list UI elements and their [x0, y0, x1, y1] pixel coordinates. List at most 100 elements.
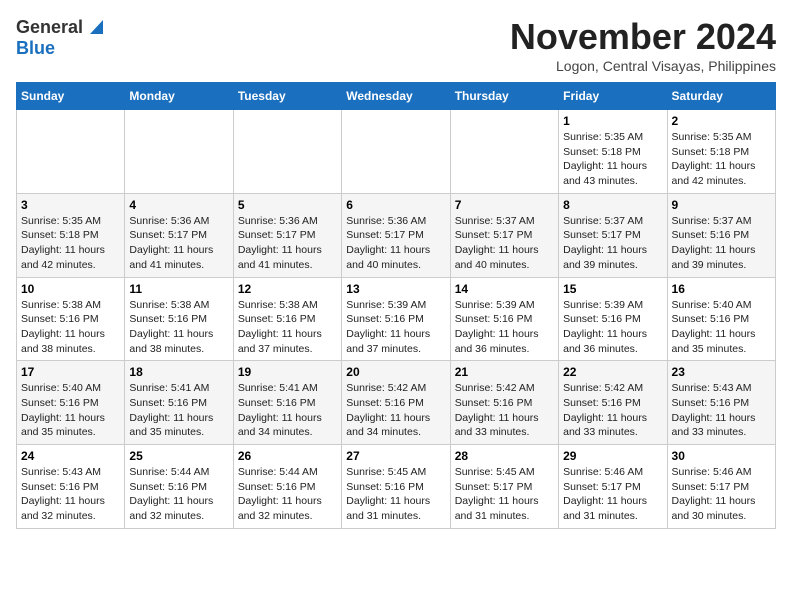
day-info: Sunrise: 5:35 AM Sunset: 5:18 PM Dayligh… [21, 214, 120, 273]
day-info: Sunrise: 5:35 AM Sunset: 5:18 PM Dayligh… [563, 130, 662, 189]
calendar-cell [125, 110, 233, 194]
weekday-header-saturday: Saturday [667, 83, 775, 110]
day-info: Sunrise: 5:38 AM Sunset: 5:16 PM Dayligh… [238, 298, 337, 357]
calendar-cell: 11 Sunrise: 5:38 AM Sunset: 5:16 PM Dayli… [125, 277, 233, 361]
weekday-header-sunday: Sunday [17, 83, 125, 110]
weekday-header-monday: Monday [125, 83, 233, 110]
calendar-cell: 2Sunrise: 5:35 AM Sunset: 5:18 PM Daylig… [667, 110, 775, 194]
day-info: Sunrise: 5:44 AM Sunset: 5:16 PM Dayligh… [238, 465, 337, 524]
page-header: General Blue November 2024 Logon, Centra… [16, 16, 776, 74]
logo-icon [85, 16, 103, 34]
day-info: Sunrise: 5:39 AM Sunset: 5:16 PM Dayligh… [563, 298, 662, 357]
day-number: 24 [21, 449, 120, 463]
month-title: November 2024 [510, 16, 776, 58]
day-info: Sunrise: 5:41 AM Sunset: 5:16 PM Dayligh… [129, 381, 228, 440]
calendar-cell: 27 Sunrise: 5:45 AM Sunset: 5:16 PM Dayli… [342, 445, 450, 529]
calendar-header-row: SundayMondayTuesdayWednesdayThursdayFrid… [17, 83, 776, 110]
logo-blue: Blue [16, 39, 55, 59]
day-info: Sunrise: 5:39 AM Sunset: 5:16 PM Dayligh… [346, 298, 445, 357]
day-number: 21 [455, 365, 554, 379]
day-number: 30 [672, 449, 771, 463]
day-number: 23 [672, 365, 771, 379]
day-info: Sunrise: 5:41 AM Sunset: 5:16 PM Dayligh… [238, 381, 337, 440]
day-number: 9 [672, 198, 771, 212]
day-number: 14 [455, 282, 554, 296]
day-info: Sunrise: 5:45 AM Sunset: 5:16 PM Dayligh… [346, 465, 445, 524]
day-info: Sunrise: 5:38 AM Sunset: 5:16 PM Dayligh… [21, 298, 120, 357]
day-info: Sunrise: 5:45 AM Sunset: 5:17 PM Dayligh… [455, 465, 554, 524]
day-info: Sunrise: 5:37 AM Sunset: 5:16 PM Dayligh… [672, 214, 771, 273]
day-number: 18 [129, 365, 228, 379]
calendar-cell: 28Sunrise: 5:45 AM Sunset: 5:17 PM Dayli… [450, 445, 558, 529]
day-number: 2 [672, 114, 771, 128]
day-info: Sunrise: 5:42 AM Sunset: 5:16 PM Dayligh… [563, 381, 662, 440]
weekday-header-wednesday: Wednesday [342, 83, 450, 110]
day-info: Sunrise: 5:43 AM Sunset: 5:16 PM Dayligh… [672, 381, 771, 440]
day-number: 26 [238, 449, 337, 463]
weekday-header-tuesday: Tuesday [233, 83, 341, 110]
calendar-week-row: 24Sunrise: 5:43 AM Sunset: 5:16 PM Dayli… [17, 445, 776, 529]
calendar-cell: 30 Sunrise: 5:46 AM Sunset: 5:17 PM Dayli… [667, 445, 775, 529]
day-number: 19 [238, 365, 337, 379]
calendar-cell: 7 Sunrise: 5:37 AM Sunset: 5:17 PM Daylig… [450, 193, 558, 277]
day-number: 27 [346, 449, 445, 463]
calendar-cell: 1Sunrise: 5:35 AM Sunset: 5:18 PM Daylig… [559, 110, 667, 194]
calendar-cell: 29 Sunrise: 5:46 AM Sunset: 5:17 PM Dayli… [559, 445, 667, 529]
day-number: 25 [129, 449, 228, 463]
logo: General Blue [16, 16, 103, 59]
day-number: 16 [672, 282, 771, 296]
title-area: November 2024 Logon, Central Visayas, Ph… [510, 16, 776, 74]
day-info: Sunrise: 5:36 AM Sunset: 5:17 PM Dayligh… [129, 214, 228, 273]
logo-general: General [16, 18, 83, 38]
calendar-cell: 14 Sunrise: 5:39 AM Sunset: 5:16 PM Dayli… [450, 277, 558, 361]
day-info: Sunrise: 5:38 AM Sunset: 5:16 PM Dayligh… [129, 298, 228, 357]
weekday-header-friday: Friday [559, 83, 667, 110]
day-info: Sunrise: 5:40 AM Sunset: 5:16 PM Dayligh… [672, 298, 771, 357]
calendar-cell: 26 Sunrise: 5:44 AM Sunset: 5:16 PM Dayli… [233, 445, 341, 529]
calendar-cell: 8Sunrise: 5:37 AM Sunset: 5:17 PM Daylig… [559, 193, 667, 277]
calendar-week-row: 3 Sunrise: 5:35 AM Sunset: 5:18 PM Daylig… [17, 193, 776, 277]
calendar-week-row: 1Sunrise: 5:35 AM Sunset: 5:18 PM Daylig… [17, 110, 776, 194]
day-info: Sunrise: 5:39 AM Sunset: 5:16 PM Dayligh… [455, 298, 554, 357]
day-number: 3 [21, 198, 120, 212]
day-info: Sunrise: 5:44 AM Sunset: 5:16 PM Dayligh… [129, 465, 228, 524]
calendar-cell: 23 Sunrise: 5:43 AM Sunset: 5:16 PM Dayli… [667, 361, 775, 445]
day-info: Sunrise: 5:40 AM Sunset: 5:16 PM Dayligh… [21, 381, 120, 440]
day-number: 10 [21, 282, 120, 296]
day-number: 15 [563, 282, 662, 296]
calendar-cell: 9 Sunrise: 5:37 AM Sunset: 5:16 PM Daylig… [667, 193, 775, 277]
calendar-cell [342, 110, 450, 194]
day-number: 5 [238, 198, 337, 212]
day-info: Sunrise: 5:42 AM Sunset: 5:16 PM Dayligh… [455, 381, 554, 440]
day-info: Sunrise: 5:36 AM Sunset: 5:17 PM Dayligh… [238, 214, 337, 273]
calendar-cell: 13 Sunrise: 5:39 AM Sunset: 5:16 PM Dayli… [342, 277, 450, 361]
day-info: Sunrise: 5:37 AM Sunset: 5:17 PM Dayligh… [455, 214, 554, 273]
day-info: Sunrise: 5:36 AM Sunset: 5:17 PM Dayligh… [346, 214, 445, 273]
day-number: 29 [563, 449, 662, 463]
day-number: 20 [346, 365, 445, 379]
day-number: 11 [129, 282, 228, 296]
day-number: 6 [346, 198, 445, 212]
calendar-cell: 3 Sunrise: 5:35 AM Sunset: 5:18 PM Daylig… [17, 193, 125, 277]
calendar-cell [233, 110, 341, 194]
day-number: 22 [563, 365, 662, 379]
calendar-cell: 16 Sunrise: 5:40 AM Sunset: 5:16 PM Dayli… [667, 277, 775, 361]
day-number: 12 [238, 282, 337, 296]
calendar-cell: 17Sunrise: 5:40 AM Sunset: 5:16 PM Dayli… [17, 361, 125, 445]
calendar-cell: 22 Sunrise: 5:42 AM Sunset: 5:16 PM Dayli… [559, 361, 667, 445]
calendar-table: SundayMondayTuesdayWednesdayThursdayFrid… [16, 82, 776, 529]
calendar-week-row: 17Sunrise: 5:40 AM Sunset: 5:16 PM Dayli… [17, 361, 776, 445]
day-info: Sunrise: 5:46 AM Sunset: 5:17 PM Dayligh… [672, 465, 771, 524]
day-number: 13 [346, 282, 445, 296]
calendar-cell [17, 110, 125, 194]
calendar-cell: 18 Sunrise: 5:41 AM Sunset: 5:16 PM Dayli… [125, 361, 233, 445]
calendar-cell: 10 Sunrise: 5:38 AM Sunset: 5:16 PM Dayli… [17, 277, 125, 361]
day-number: 7 [455, 198, 554, 212]
day-info: Sunrise: 5:46 AM Sunset: 5:17 PM Dayligh… [563, 465, 662, 524]
calendar-cell: 20 Sunrise: 5:42 AM Sunset: 5:16 PM Dayli… [342, 361, 450, 445]
day-number: 8 [563, 198, 662, 212]
day-info: Sunrise: 5:42 AM Sunset: 5:16 PM Dayligh… [346, 381, 445, 440]
calendar-cell: 4Sunrise: 5:36 AM Sunset: 5:17 PM Daylig… [125, 193, 233, 277]
calendar-cell: 19 Sunrise: 5:41 AM Sunset: 5:16 PM Dayli… [233, 361, 341, 445]
calendar-cell: 12 Sunrise: 5:38 AM Sunset: 5:16 PM Dayli… [233, 277, 341, 361]
